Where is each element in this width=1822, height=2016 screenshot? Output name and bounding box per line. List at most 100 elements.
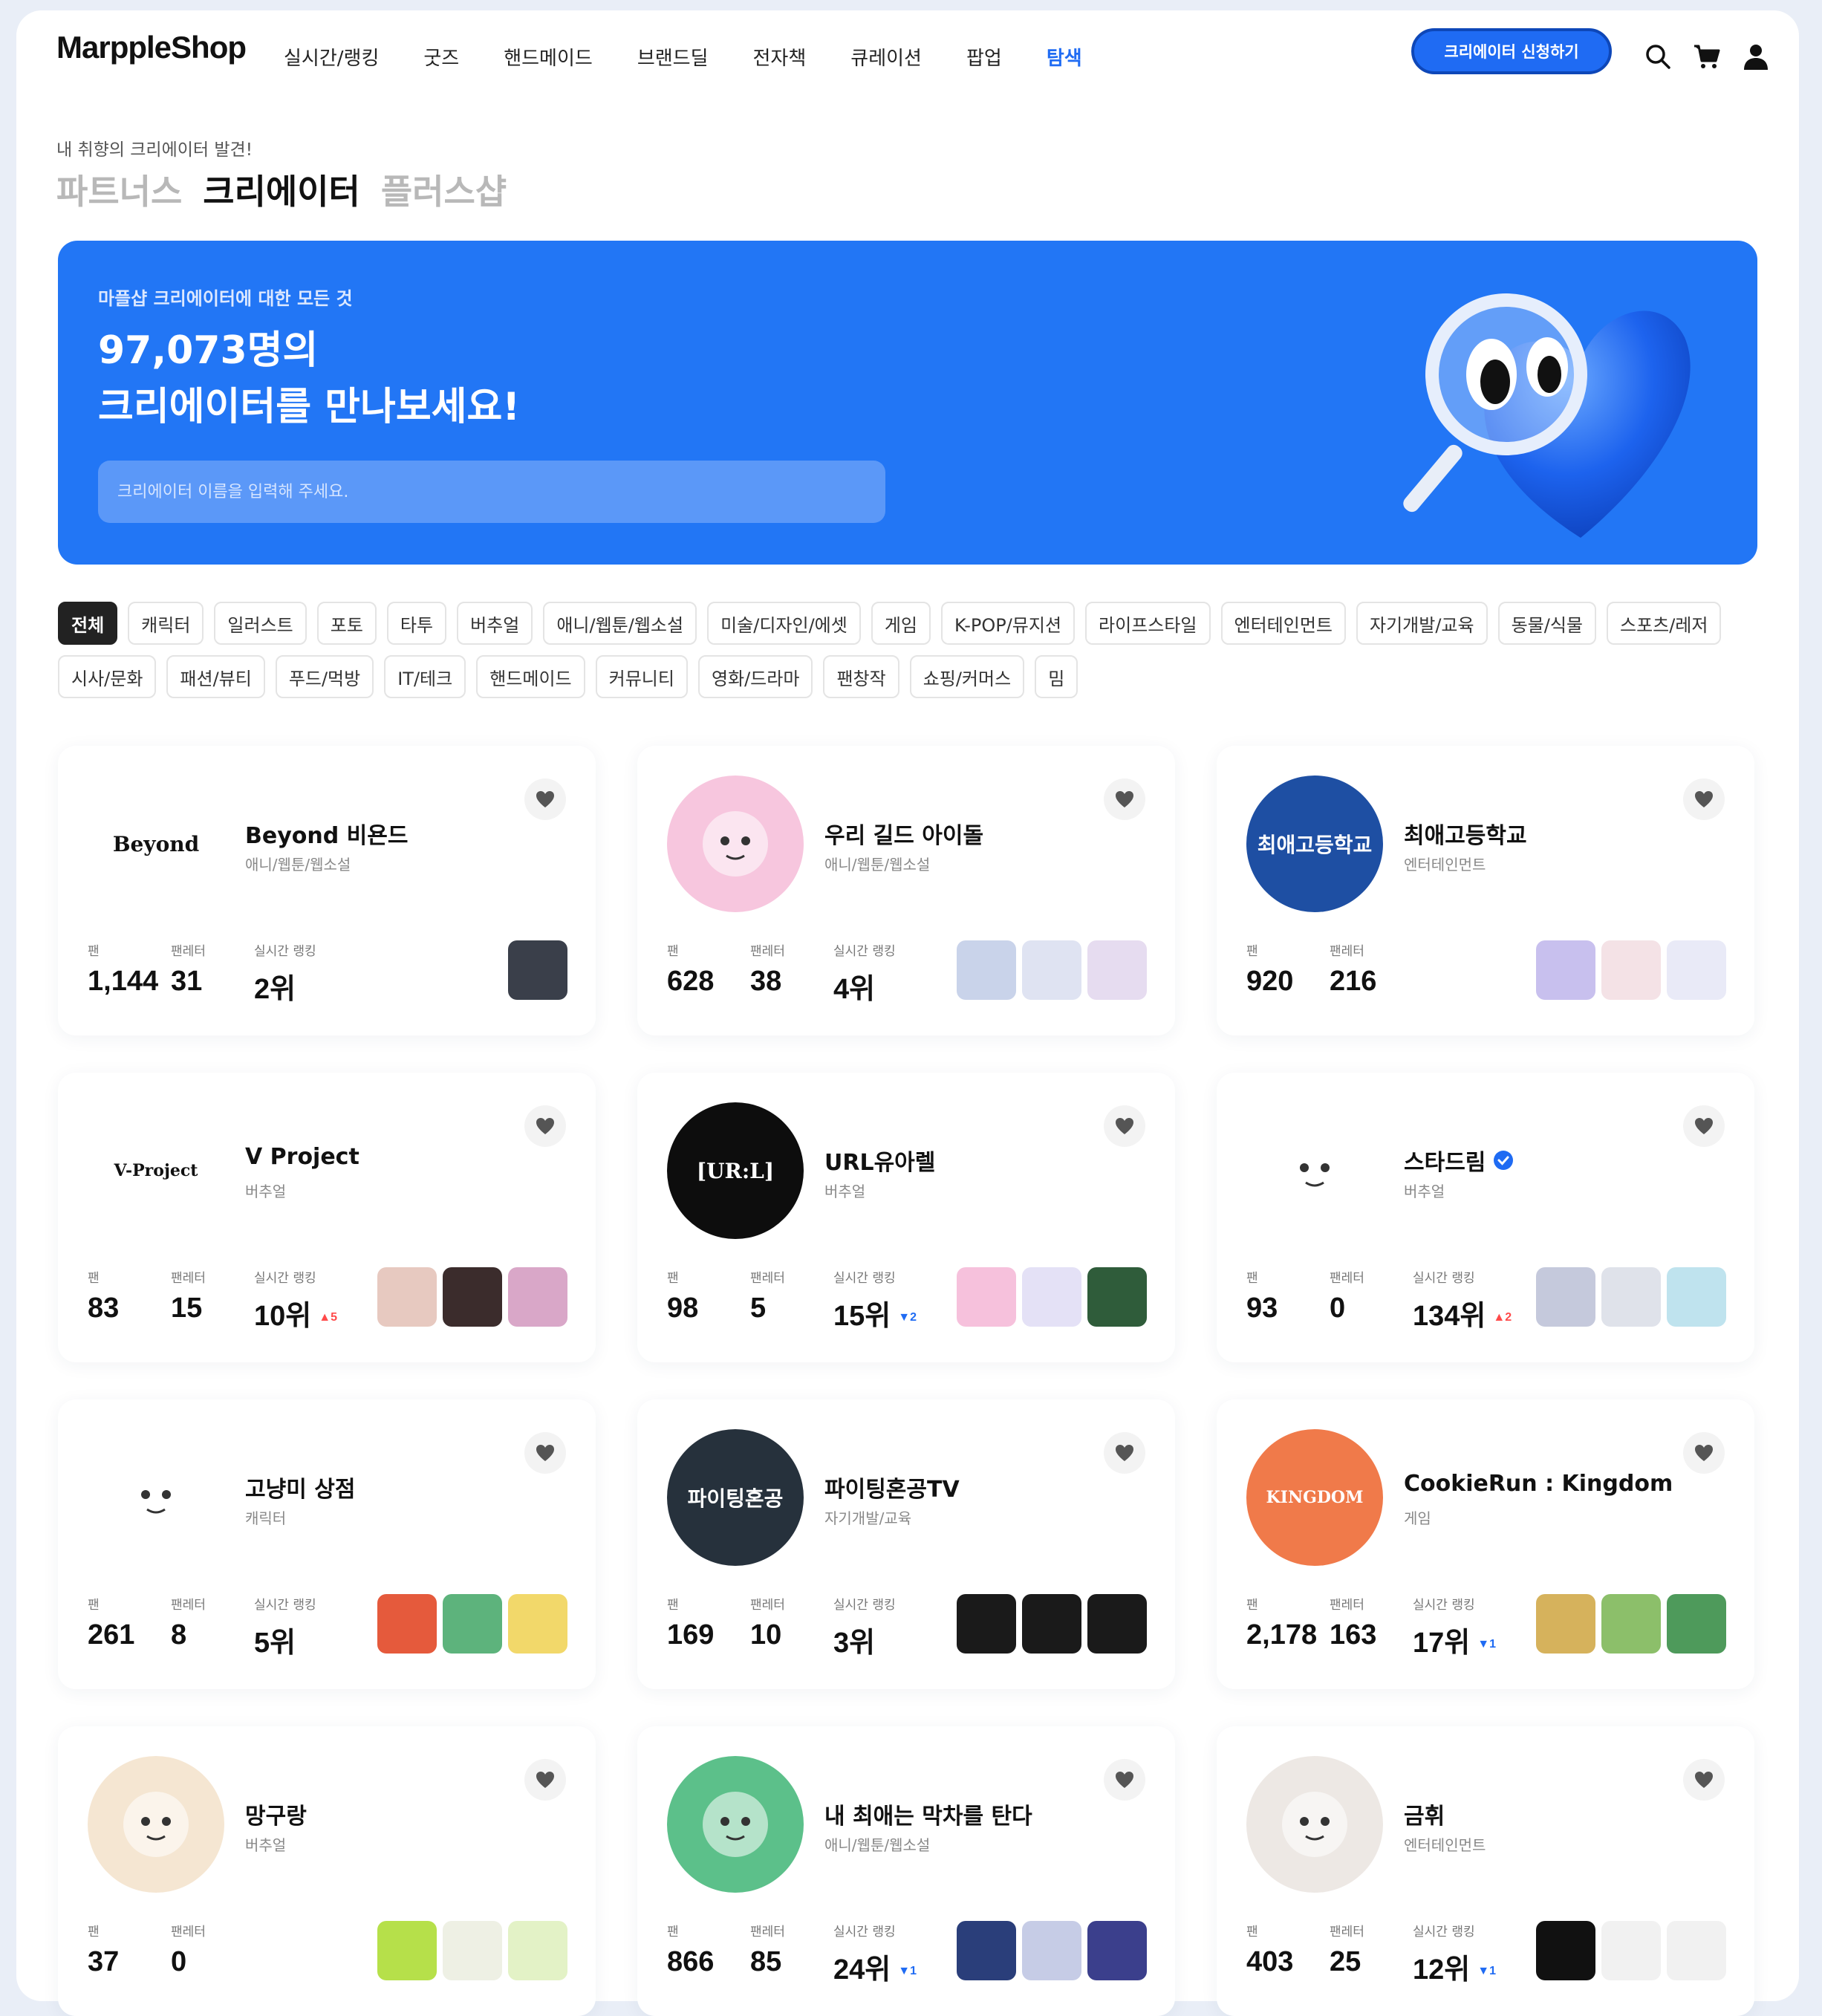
product-thumbnail[interactable] xyxy=(1087,1594,1147,1654)
product-thumbnail[interactable] xyxy=(377,1594,437,1654)
nav-item-brand-deal[interactable]: 브랜드딜 xyxy=(637,43,709,71)
product-thumbnail[interactable] xyxy=(1667,1921,1726,1980)
favorite-button[interactable] xyxy=(1104,1759,1145,1801)
category-chip[interactable]: IT/테크 xyxy=(384,655,466,698)
tab-creator[interactable]: 크리에이터 xyxy=(203,165,360,214)
product-thumbnail[interactable] xyxy=(1022,1267,1081,1327)
creator-avatar[interactable]: [UR:L] xyxy=(667,1102,804,1239)
creator-name[interactable]: V Project xyxy=(245,1144,359,1170)
product-thumbnail[interactable] xyxy=(377,1267,437,1327)
creator-card[interactable]: 파이팅혼공 파이팅혼공TV 자기개발/교육 팬 169 팬레터 10 실시간 랭… xyxy=(637,1399,1175,1689)
creator-avatar[interactable]: 파이팅혼공 xyxy=(667,1429,804,1566)
category-chip[interactable]: 시사/문화 xyxy=(58,655,157,698)
tab-partners[interactable]: 파트너스 xyxy=(56,165,182,214)
creator-avatar[interactable] xyxy=(667,1756,804,1893)
creator-avatar[interactable]: KINGDOM xyxy=(1246,1429,1383,1566)
nav-item-handmade[interactable]: 핸드메이드 xyxy=(504,43,593,71)
user-icon[interactable] xyxy=(1741,42,1771,71)
creator-name[interactable]: 망구랑 xyxy=(245,1798,307,1830)
creator-card[interactable]: [UR:L] URL유아렐 버추얼 팬 98 팬레터 5 실시간 랭킹 15위 ▼… xyxy=(637,1073,1175,1362)
category-chip[interactable]: 라이프스타일 xyxy=(1085,602,1211,645)
category-chip[interactable]: 팬창작 xyxy=(823,655,899,698)
creator-card[interactable]: 고냥미 상점 캐릭터 팬 261 팬레터 8 실시간 랭킹 5위 xyxy=(58,1399,596,1689)
product-thumbnail[interactable] xyxy=(508,1267,567,1327)
creator-name[interactable]: 고냥미 상점 xyxy=(245,1471,355,1503)
product-thumbnail[interactable] xyxy=(1536,1921,1595,1980)
product-thumbnail[interactable] xyxy=(1667,1267,1726,1327)
category-chip[interactable]: 타투 xyxy=(386,602,447,645)
product-thumbnail[interactable] xyxy=(957,1267,1016,1327)
product-thumbnail[interactable] xyxy=(1022,1921,1081,1980)
creator-card[interactable]: 최애고등학교 최애고등학교 엔터테인먼트 팬 920 팬레터 216 xyxy=(1217,746,1754,1035)
favorite-button[interactable] xyxy=(1104,1105,1145,1147)
creator-card[interactable]: Beyond Beyond 비욘드 애니/웹툰/웹소설 팬 1,144 팬레터 … xyxy=(58,746,596,1035)
category-chip[interactable]: 동물/식물 xyxy=(1497,602,1596,645)
product-thumbnail[interactable] xyxy=(1022,1594,1081,1654)
creator-card[interactable]: 망구랑 버추얼 팬 37 팬레터 0 xyxy=(58,1726,596,2016)
product-thumbnail[interactable] xyxy=(1601,940,1661,1000)
favorite-button[interactable] xyxy=(524,1105,566,1147)
category-chip[interactable]: 미술/디자인/에셋 xyxy=(707,602,861,645)
product-thumbnail[interactable] xyxy=(1087,1267,1147,1327)
favorite-button[interactable] xyxy=(1683,1432,1725,1474)
creator-avatar[interactable] xyxy=(667,775,804,912)
favorite-button[interactable] xyxy=(1683,778,1725,820)
creator-card[interactable]: KINGDOM CookieRun : Kingdom 게임 팬 2,178 팬… xyxy=(1217,1399,1754,1689)
category-chip[interactable]: 쇼핑/커머스 xyxy=(909,655,1025,698)
creator-name[interactable]: 금휘 xyxy=(1404,1798,1445,1830)
product-thumbnail[interactable] xyxy=(1536,1594,1595,1654)
category-chip[interactable]: 버추얼 xyxy=(457,602,533,645)
product-thumbnail[interactable] xyxy=(508,940,567,1000)
creator-card[interactable]: V-Project V Project 버추얼 팬 83 팬레터 15 실시간 … xyxy=(58,1073,596,1362)
product-thumbnail[interactable] xyxy=(443,1921,502,1980)
product-thumbnail[interactable] xyxy=(508,1921,567,1980)
creator-card[interactable]: 금휘 엔터테인먼트 팬 403 팬레터 25 실시간 랭킹 12위 ▼1 xyxy=(1217,1726,1754,2016)
nav-item-popup[interactable]: 팝업 xyxy=(966,43,1002,71)
nav-item-ranking[interactable]: 실시간/랭킹 xyxy=(284,43,379,71)
category-chip[interactable]: 캐릭터 xyxy=(128,602,204,645)
product-thumbnail[interactable] xyxy=(377,1921,437,1980)
creator-name[interactable]: Beyond 비욘드 xyxy=(245,817,408,850)
category-chip[interactable]: 애니/웹툰/웹소설 xyxy=(543,602,697,645)
category-chip[interactable]: 포토 xyxy=(316,602,377,645)
nav-item-explore[interactable]: 탐색 xyxy=(1047,43,1082,71)
favorite-button[interactable] xyxy=(1683,1105,1725,1147)
favorite-button[interactable] xyxy=(1104,1432,1145,1474)
creator-name[interactable]: CookieRun : Kingdom xyxy=(1404,1471,1673,1497)
product-thumbnail[interactable] xyxy=(1087,1921,1147,1980)
product-thumbnail[interactable] xyxy=(957,940,1016,1000)
category-chip[interactable]: 전체 xyxy=(58,602,118,645)
product-thumbnail[interactable] xyxy=(1536,940,1595,1000)
nav-item-goods[interactable]: 굿즈 xyxy=(423,43,459,71)
product-thumbnail[interactable] xyxy=(1601,1921,1661,1980)
product-thumbnail[interactable] xyxy=(1087,940,1147,1000)
product-thumbnail[interactable] xyxy=(1022,940,1081,1000)
creator-name[interactable]: 파이팅혼공TV xyxy=(824,1471,960,1503)
category-chip[interactable]: 밈 xyxy=(1035,655,1078,698)
category-chip[interactable]: 게임 xyxy=(871,602,931,645)
product-thumbnail[interactable] xyxy=(1536,1267,1595,1327)
creator-name[interactable]: 최애고등학교 xyxy=(1404,817,1527,850)
category-chip[interactable]: 영화/드라마 xyxy=(697,655,813,698)
creator-avatar[interactable]: 최애고등학교 xyxy=(1246,775,1383,912)
category-chip[interactable]: 패션/뷰티 xyxy=(166,655,265,698)
product-thumbnail[interactable] xyxy=(1667,1594,1726,1654)
creator-card[interactable]: 스타드림 버추얼 팬 93 팬레터 0 실시간 랭킹 134위 ▲2 xyxy=(1217,1073,1754,1362)
product-thumbnail[interactable] xyxy=(1601,1594,1661,1654)
category-chip[interactable]: 스포츠/레저 xyxy=(1606,602,1722,645)
creator-avatar[interactable]: V-Project xyxy=(88,1102,224,1239)
creator-avatar[interactable] xyxy=(1246,1102,1383,1239)
nav-item-curation[interactable]: 큐레이션 xyxy=(850,43,922,71)
category-chip[interactable]: 엔터테인먼트 xyxy=(1220,602,1346,645)
creator-avatar[interactable] xyxy=(88,1756,224,1893)
category-chip[interactable]: K-POP/뮤지션 xyxy=(940,602,1076,645)
creator-name[interactable]: URL유아렐 xyxy=(824,1144,935,1177)
creator-card[interactable]: 내 최애는 막차를 탄다 애니/웹툰/웹소설 팬 866 팬레터 85 실시간 … xyxy=(637,1726,1175,2016)
logo[interactable]: MarppleShop xyxy=(56,30,247,65)
product-thumbnail[interactable] xyxy=(508,1594,567,1654)
product-thumbnail[interactable] xyxy=(1601,1267,1661,1327)
creator-search-input[interactable] xyxy=(98,461,885,523)
cart-icon[interactable] xyxy=(1692,42,1722,71)
category-chip[interactable]: 핸드메이드 xyxy=(476,655,585,698)
tab-plusshop[interactable]: 플러스샵 xyxy=(381,165,507,214)
